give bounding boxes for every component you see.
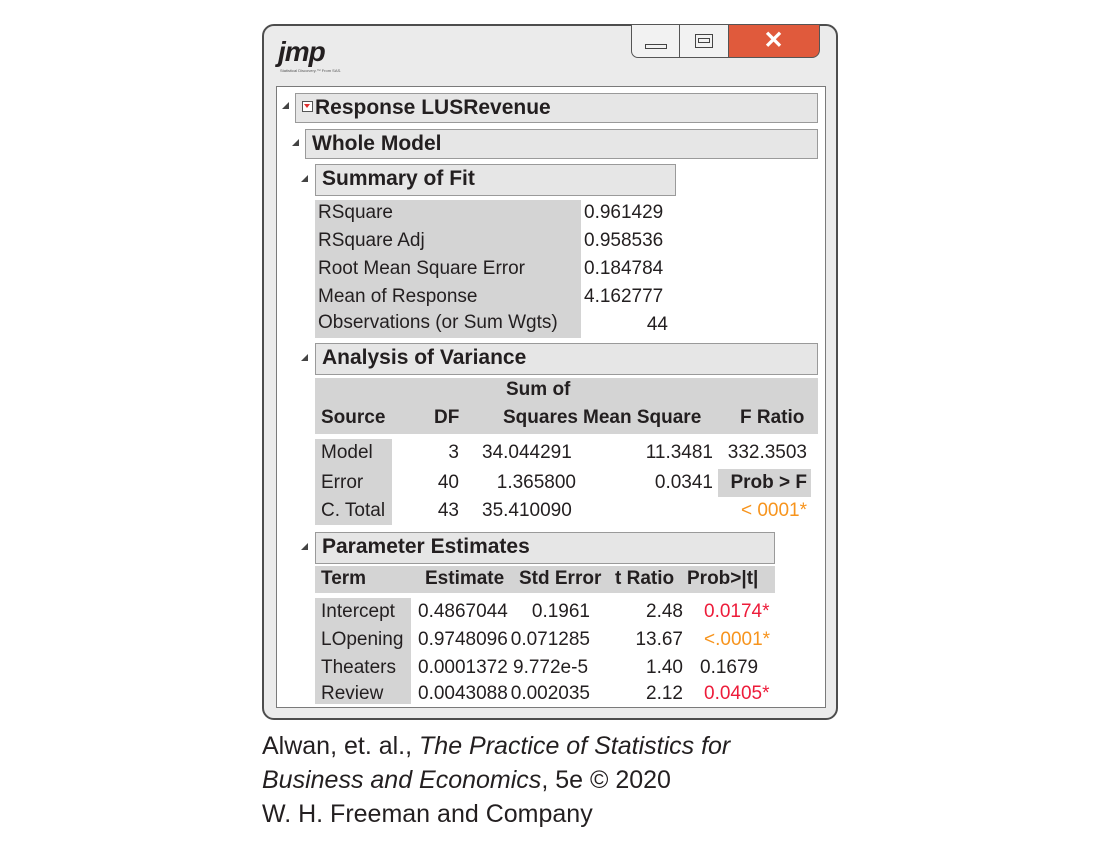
summary-value: 4.162777 <box>584 286 664 307</box>
source-caption-line3: W. H. Freeman and Company <box>262 800 593 828</box>
caption-book-title: The Practice of Statistics for <box>419 732 731 760</box>
disclosure-triangle-icon[interactable] <box>282 102 289 109</box>
pe-std-error: 0.002035 <box>510 683 590 704</box>
anova-source: Model <box>321 442 373 463</box>
source-caption-line1: Alwan, et. al., The Practice of Statisti… <box>262 732 730 761</box>
logo-subtext: Statistical Discovery.™ From SAS. <box>280 68 342 73</box>
anova-col-header: Mean Square <box>583 407 702 428</box>
pe-col-header: Term <box>321 568 367 589</box>
report-panel: Response LUSRevenue Whole Model Summary … <box>276 86 826 708</box>
minimize-icon <box>644 43 667 49</box>
summary-value: 0.958536 <box>584 230 664 251</box>
summary-label: RSquare <box>318 202 393 223</box>
anova-col-header: Squares <box>503 407 578 428</box>
anova-df: 3 <box>448 442 459 463</box>
anova-df: 43 <box>437 500 459 521</box>
response-header[interactable]: Response LUSRevenue <box>295 93 818 123</box>
jmp-window: jmp Statistical Discovery.™ From SAS. ✕ … <box>262 24 838 720</box>
whole-model-title: Whole Model <box>312 132 442 155</box>
caption-book-title-cont: Business and Economics <box>262 766 542 794</box>
summary-label: Mean of Response <box>318 286 478 307</box>
whole-model-header[interactable]: Whole Model <box>305 129 818 159</box>
anova-ss: 1.365800 <box>496 472 576 493</box>
summary-of-fit-header[interactable]: Summary of Fit <box>315 164 676 196</box>
summary-label: RSquare Adj <box>318 230 425 251</box>
anova-source: C. Total <box>321 500 386 521</box>
anova-df: 40 <box>437 472 459 493</box>
anova-ss: 34.044291 <box>482 442 572 463</box>
pe-p-value: 0.1679 <box>700 657 759 678</box>
maximize-button[interactable] <box>679 24 729 58</box>
pe-col-header: t Ratio <box>615 568 675 589</box>
anova-col-header: DF <box>434 407 460 428</box>
disclosure-triangle-icon[interactable] <box>292 139 299 146</box>
summary-value: 44 <box>646 314 668 335</box>
anova-col-header: Sum of <box>506 379 571 400</box>
parameter-estimates-title: Parameter Estimates <box>322 535 530 558</box>
pe-std-error: 0.1961 <box>531 601 590 622</box>
summary-value: 0.184784 <box>584 258 664 279</box>
prob-f-label: Prob > F <box>730 472 807 493</box>
anova-f: 332.3503 <box>727 442 807 463</box>
pe-term: Review <box>321 683 384 704</box>
anova-ms: 11.3481 <box>645 442 713 463</box>
summary-label: Observations (or Sum Wgts) <box>318 312 558 333</box>
pe-col-header: Prob>|t| <box>687 568 759 589</box>
pe-p-value: <.0001* <box>704 629 771 650</box>
response-title: Response LUSRevenue <box>315 96 551 119</box>
anova-ss: 35.410090 <box>482 500 572 521</box>
anova-ms: 0.0341 <box>654 472 713 493</box>
caption-edition: , 5e © 2020 <box>541 766 671 794</box>
disclosure-triangle-icon[interactable] <box>301 175 308 182</box>
pe-term: Intercept <box>321 601 395 622</box>
pe-t-ratio: 13.67 <box>635 629 683 650</box>
pe-col-header: Estimate <box>425 568 505 589</box>
maximize-icon <box>695 34 713 48</box>
pe-p-value: 0.0405* <box>704 683 770 704</box>
anova-source: Error <box>321 472 364 493</box>
prob-f-value: < 0001* <box>740 500 807 521</box>
pe-estimate: 0.0001372 <box>418 657 508 678</box>
anova-col-header: Source <box>321 407 386 428</box>
close-button[interactable]: ✕ <box>727 24 820 58</box>
summary-value: 0.961429 <box>584 202 664 223</box>
pe-term: Theaters <box>321 657 396 678</box>
pe-std-error: 0.071285 <box>510 629 590 650</box>
pe-t-ratio: 2.48 <box>646 601 683 622</box>
anova-title: Analysis of Variance <box>322 346 527 369</box>
caption-authors: Alwan, et. al., <box>262 732 420 760</box>
pe-std-error: 9.772e-5 <box>513 657 589 678</box>
red-triangle-menu-icon[interactable] <box>302 100 313 112</box>
pe-p-value: 0.0174* <box>704 601 770 622</box>
logo-text: jmp <box>278 36 326 67</box>
jmp-logo: jmp Statistical Discovery.™ From SAS. <box>278 36 348 78</box>
pe-t-ratio: 1.40 <box>646 657 683 678</box>
disclosure-triangle-icon[interactable] <box>301 354 308 361</box>
disclosure-triangle-icon[interactable] <box>301 543 308 550</box>
pe-term: LOpening <box>321 629 404 650</box>
parameter-estimates-header[interactable]: Parameter Estimates <box>315 532 775 564</box>
summary-of-fit-title: Summary of Fit <box>322 167 475 190</box>
summary-label: Root Mean Square Error <box>318 258 525 279</box>
close-icon: ✕ <box>763 27 784 54</box>
window-controls: ✕ <box>630 24 820 60</box>
pe-col-header: Std Error <box>519 568 602 589</box>
pe-t-ratio: 2.12 <box>646 683 683 704</box>
minimize-button[interactable] <box>630 24 681 58</box>
anova-header[interactable]: Analysis of Variance <box>315 343 818 375</box>
source-caption-line2: Business and Economics, 5e © 2020 <box>262 766 671 795</box>
anova-col-header: F Ratio <box>740 407 805 428</box>
